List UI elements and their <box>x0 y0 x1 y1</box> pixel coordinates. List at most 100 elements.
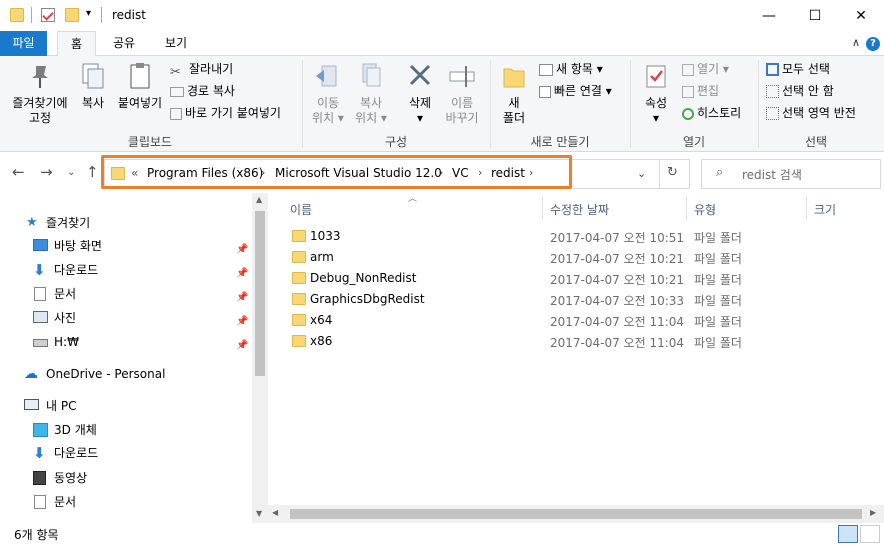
new-item-button[interactable]: 새 항목 ▾ <box>539 59 603 79</box>
new-folder-label: 새 폴더 <box>502 96 526 125</box>
folder-icon <box>292 272 306 284</box>
table-row[interactable]: x86 2017-04-07 오전 11:04 파일 폴더 <box>268 331 868 352</box>
copy-to-icon <box>362 63 381 87</box>
nav-item-label: 다운로드 <box>54 263 99 277</box>
easy-access-button[interactable]: 빠른 연결 ▾ <box>539 81 612 101</box>
chevron-up-icon[interactable]: ∧ <box>852 36 860 49</box>
file-type: 파일 폴더 <box>694 252 742 266</box>
properties-check-icon[interactable] <box>41 8 55 22</box>
easy-access-label: 빠른 연결 ▾ <box>554 84 612 98</box>
edit-button[interactable]: 편집 <box>682 81 719 101</box>
desktop-icon <box>33 239 48 251</box>
group-label-organize: 구성 <box>384 135 408 149</box>
breadcrumb-overflow[interactable]: « <box>131 166 138 180</box>
tab-share[interactable]: 공유 <box>104 31 144 56</box>
history-button[interactable]: 히스토리 <box>682 103 741 123</box>
nav-scroll-thumb[interactable] <box>255 211 265 376</box>
pin-icon[interactable]: 📌 <box>236 287 248 309</box>
select-none-button[interactable]: 선택 안 함 <box>766 81 834 101</box>
scissors-icon: ✂ <box>170 64 181 80</box>
scroll-left-icon[interactable]: ◀ <box>272 508 278 517</box>
copy-to-button[interactable]: 복사 위치 ▾ <box>350 60 392 126</box>
cut-button[interactable]: ✂ 잘라내기 <box>170 59 233 80</box>
properties-icon <box>646 65 666 88</box>
table-row[interactable]: GraphicsDbgRedist 2017-04-07 오전 10:33 파일… <box>268 289 868 310</box>
maximize-button[interactable]: ☐ <box>792 0 838 31</box>
chevron-right-icon[interactable]: › <box>478 166 482 179</box>
address-bar[interactable]: « Program Files (x86) › Microsoft Visual… <box>104 159 690 189</box>
tab-view[interactable]: 보기 <box>156 31 196 56</box>
paste-shortcut-button[interactable]: 바로 가기 붙여넣기 <box>170 103 281 123</box>
pin-label: 즐겨찾기에 고정 <box>12 96 68 125</box>
file-name: x86 <box>310 334 333 348</box>
copy-path-button[interactable]: 경로 복사 <box>170 81 235 101</box>
pin-icon[interactable]: 📌 <box>236 263 248 285</box>
column-header-date[interactable]: 수정한 날짜 <box>550 201 609 218</box>
file-date: 2017-04-07 오전 11:04 <box>550 336 685 350</box>
table-row[interactable]: x64 2017-04-07 오전 11:04 파일 폴더 <box>268 310 868 331</box>
breadcrumb-program-files[interactable]: Program Files (x86) <box>147 166 263 180</box>
folder-icon <box>292 251 306 263</box>
column-header-size[interactable]: 크기 <box>814 201 836 218</box>
up-arrow-icon[interactable]: ↑ <box>86 163 99 181</box>
delete-button[interactable]: 삭제 ▾ <box>400 60 440 126</box>
minimize-button[interactable]: — <box>746 0 792 31</box>
ribbon-tabs: 파일 홈 공유 보기 ∧ ? <box>0 31 884 57</box>
chevron-right-icon[interactable]: › <box>529 166 533 179</box>
copy-path-label: 경로 복사 <box>187 84 235 98</box>
move-to-button[interactable]: 이동 위치 ▾ <box>307 60 349 126</box>
close-button[interactable]: ✕ <box>838 0 884 31</box>
tab-file[interactable]: 파일 <box>0 31 47 56</box>
pin-icon[interactable]: 📌 <box>236 239 248 261</box>
breadcrumb-redist[interactable]: redist <box>491 166 525 180</box>
open-icon <box>682 63 694 76</box>
scroll-down-icon[interactable]: ▼ <box>256 509 262 518</box>
divider <box>758 60 759 148</box>
file-type: 파일 폴더 <box>694 273 742 287</box>
details-view-icon[interactable] <box>838 525 858 543</box>
rename-button[interactable]: 이름 바꾸기 <box>442 60 482 126</box>
column-header-name[interactable]: 이름 <box>290 201 312 218</box>
scroll-up-icon[interactable]: ▲ <box>256 195 262 204</box>
nav-item-label: 문서 <box>54 287 77 301</box>
select-all-button[interactable]: 모두 선택 <box>766 59 830 79</box>
pin-icon[interactable]: 📌 <box>236 311 248 333</box>
table-row[interactable]: arm 2017-04-07 오전 10:21 파일 폴더 <box>268 247 868 268</box>
tab-home[interactable]: 홈 <box>57 31 96 57</box>
paste-button[interactable]: 붙여넣기 <box>112 60 168 111</box>
column-header-type[interactable]: 유형 <box>694 201 716 218</box>
search-box[interactable]: ⌕ redist 검색 <box>701 159 881 189</box>
pin-icon[interactable]: 📌 <box>236 335 248 357</box>
properties-button[interactable]: 속성 ▾ <box>636 60 676 126</box>
invert-selection-button[interactable]: 선택 영역 반전 <box>766 103 856 123</box>
open-button[interactable]: 열기 ▾ <box>682 59 729 79</box>
chevron-right-icon[interactable]: › <box>439 166 443 179</box>
copy-button[interactable]: 복사 <box>76 60 110 111</box>
nav-item-label: H:₩ <box>54 335 79 349</box>
scroll-right-icon[interactable]: ▶ <box>870 508 876 517</box>
copy-label: 복사 <box>81 96 105 110</box>
nav-scrollbar[interactable]: ▲ ▼ <box>252 193 268 523</box>
forward-arrow-icon[interactable]: → <box>40 163 53 181</box>
divider <box>542 195 543 221</box>
table-row[interactable]: 1033 2017-04-07 오전 10:51 파일 폴더 <box>268 226 868 247</box>
new-folder-quick-icon[interactable] <box>65 8 79 22</box>
back-arrow-icon[interactable]: ← <box>12 163 25 181</box>
new-folder-button[interactable]: 새 폴더 <box>495 60 533 126</box>
address-dropdown-icon[interactable]: ⌄ <box>637 167 646 180</box>
breadcrumb-vc[interactable]: VC <box>452 166 469 180</box>
recent-locations-chevron-icon[interactable]: ⌄ <box>67 167 75 178</box>
customize-quick-access-icon[interactable]: ▾ <box>86 8 91 19</box>
table-row[interactable]: Debug_NonRedist 2017-04-07 오전 10:21 파일 폴… <box>268 268 868 289</box>
refresh-icon[interactable]: ↻ <box>667 165 678 180</box>
horizontal-scrollbar[interactable]: ◀ ▶ <box>268 505 884 523</box>
chevron-right-icon[interactable]: › <box>261 166 265 179</box>
pin-to-quick-access-button[interactable]: 즐겨찾기에 고정 <box>6 60 74 126</box>
large-icons-view-icon[interactable] <box>860 525 880 543</box>
select-none-label: 선택 안 함 <box>782 84 834 98</box>
help-icon[interactable]: ? <box>866 37 880 51</box>
copy-to-label: 복사 위치 ▾ <box>355 96 387 125</box>
history-label: 히스토리 <box>697 106 742 120</box>
horizontal-scroll-thumb[interactable] <box>290 509 862 519</box>
breadcrumb-visual-studio[interactable]: Microsoft Visual Studio 12.0 <box>275 166 442 180</box>
